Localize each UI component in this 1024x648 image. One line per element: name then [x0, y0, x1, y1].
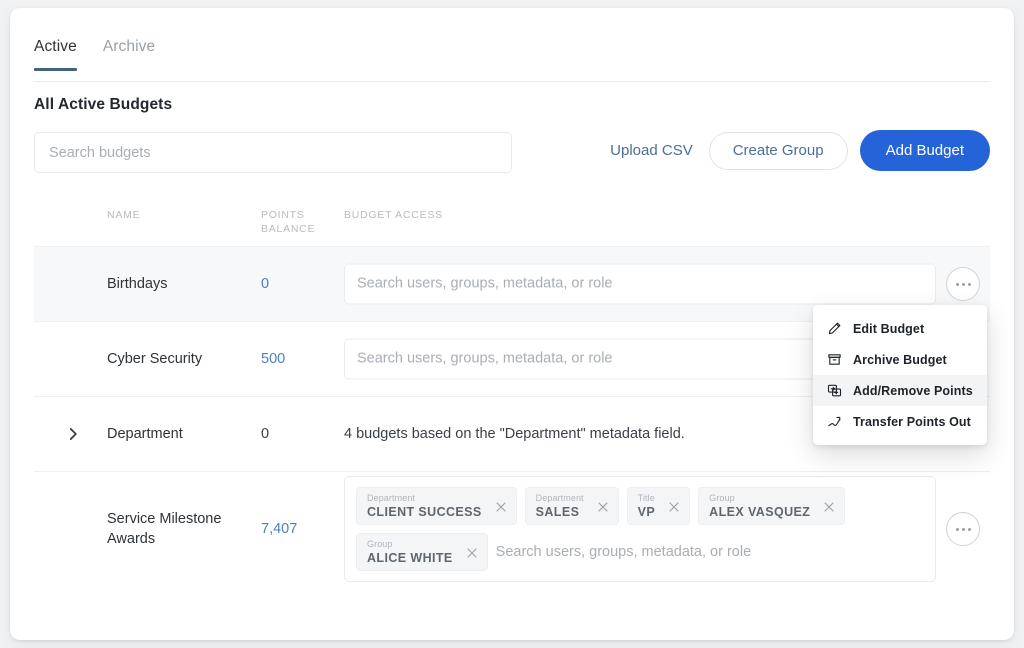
search-budgets-input[interactable] — [34, 132, 512, 173]
budget-access-placeholder: Search users, groups, metadata, or role — [357, 350, 613, 367]
swap-icon — [827, 383, 842, 398]
menu-item-label: Add/Remove Points — [853, 383, 973, 398]
points-balance[interactable]: 500 — [261, 351, 285, 367]
chip-remove-icon[interactable] — [597, 500, 609, 512]
budget-access-cell: Search users, groups, metadata, or role — [344, 263, 936, 305]
tab-archive[interactable]: Archive — [103, 38, 155, 70]
budget-access-cell: Department CLIENT SUCCESS Department SALES T… — [344, 476, 936, 582]
row-actions-button[interactable] — [946, 267, 980, 301]
access-chip[interactable]: Title VP — [626, 487, 691, 525]
points-balance[interactable]: 7,407 — [261, 521, 297, 537]
budget-access-input[interactable]: Search users, groups, metadata, or role — [344, 263, 936, 305]
chip-category: Department — [367, 492, 416, 503]
column-header-name: NAME — [107, 209, 141, 221]
chip-remove-icon[interactable] — [668, 500, 680, 512]
menu-item-add-remove-points[interactable]: Add/Remove Points — [813, 375, 987, 406]
chip-category: Title — [637, 492, 655, 503]
chip-value: ALEX VASQUEZ — [709, 504, 811, 519]
budget-access-placeholder: Search users, groups, metadata, or role — [357, 275, 613, 292]
budget-name: Cyber Security — [107, 351, 203, 367]
toolbar: Upload CSV Create Group Add Budget — [34, 130, 990, 176]
tab-active[interactable]: Active — [34, 38, 77, 71]
access-chip[interactable]: Department CLIENT SUCCESS — [356, 487, 517, 525]
menu-item-label: Archive Budget — [853, 352, 947, 367]
chip-value: SALES — [535, 504, 580, 519]
budget-access-chips-field[interactable]: Department CLIENT SUCCESS Department SALES T… — [344, 476, 936, 582]
expand-row-chevron-icon[interactable] — [64, 425, 82, 443]
chip-value: CLIENT SUCCESS — [367, 504, 482, 519]
menu-item-label: Edit Budget — [853, 321, 925, 336]
budget-name: Department — [107, 426, 183, 442]
menu-item-archive-budget[interactable]: Archive Budget — [813, 344, 987, 375]
budget-access-description: 4 budgets based on the "Department" meta… — [344, 426, 685, 442]
add-budget-button[interactable]: Add Budget — [859, 130, 990, 171]
access-chip[interactable]: Group ALEX VASQUEZ — [698, 487, 846, 525]
chip-remove-icon[interactable] — [466, 546, 478, 558]
chip-value: VP — [637, 504, 656, 519]
row-context-menu: Edit Budget Archive Budget Add/Remove Poin… — [813, 305, 987, 445]
table-header: NAME POINTS BALANCE BUDGET ACCESS — [34, 198, 990, 246]
tab-bar: Active Archive — [34, 38, 990, 82]
budget-name: Birthdays — [107, 276, 168, 292]
points-balance: 0 — [261, 426, 270, 442]
points-balance[interactable]: 0 — [261, 276, 269, 292]
budgets-card: Active Archive All Active Budgets Upload… — [10, 8, 1014, 640]
menu-item-transfer-points-out[interactable]: Transfer Points Out — [813, 406, 987, 437]
column-header-points-balance: POINTS BALANCE — [261, 208, 315, 236]
chip-remove-icon[interactable] — [823, 500, 835, 512]
chip-category: Department — [535, 492, 584, 503]
access-chip[interactable]: Group ALICE WHITE — [356, 533, 488, 571]
menu-item-label: Transfer Points Out — [853, 414, 971, 429]
page-title: All Active Budgets — [34, 96, 173, 113]
column-header-points-line1: POINTS — [261, 209, 305, 221]
column-header-budget-access: BUDGET ACCESS — [344, 209, 443, 221]
row-actions-button[interactable] — [946, 512, 980, 546]
chip-remove-icon[interactable] — [495, 500, 507, 512]
upload-csv-button[interactable]: Upload CSV — [606, 142, 697, 159]
column-header-points-line2: BALANCE — [261, 223, 316, 235]
toolbar-actions: Upload CSV Create Group Add Budget — [606, 130, 990, 171]
pencil-icon — [827, 321, 842, 336]
budget-access-cell: 4 budgets based on the "Department" meta… — [344, 426, 685, 442]
trend-arrow-icon — [827, 414, 842, 429]
archive-icon — [827, 352, 842, 367]
chip-value: ALICE WHITE — [367, 550, 453, 565]
budget-name: Service Milestone Awards — [107, 511, 222, 547]
budget-access-placeholder: Search users, groups, metadata, or role — [495, 544, 752, 560]
chip-category: Group — [709, 492, 735, 503]
create-group-button[interactable]: Create Group — [708, 131, 848, 170]
table-row: Service Milestone Awards 7,407 Department C… — [34, 471, 990, 586]
chip-category: Group — [367, 538, 393, 549]
access-chip[interactable]: Department SALES — [524, 487, 619, 525]
menu-item-edit-budget[interactable]: Edit Budget — [813, 313, 987, 344]
